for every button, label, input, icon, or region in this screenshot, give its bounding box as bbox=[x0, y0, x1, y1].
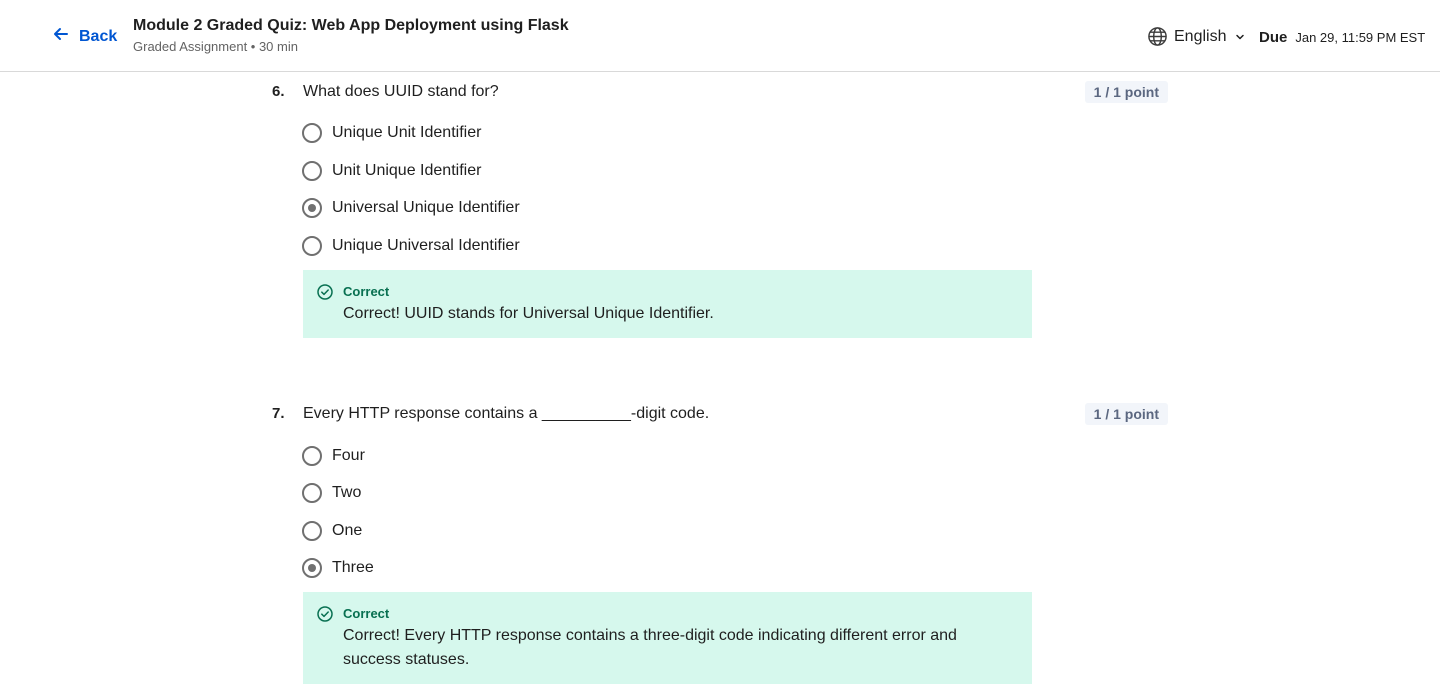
feedback-box: Correct Correct! Every HTTP response con… bbox=[303, 592, 1032, 684]
answer-option-selected[interactable]: Three bbox=[302, 558, 374, 578]
radio-button[interactable] bbox=[302, 521, 322, 541]
question-text: Every HTTP response contains a _________… bbox=[303, 405, 710, 422]
option-label: Universal Unique Identifier bbox=[332, 199, 520, 216]
top-bar: Back Module 2 Graded Quiz: Web App Deplo… bbox=[0, 0, 1440, 72]
radio-button[interactable] bbox=[302, 446, 322, 466]
answer-option[interactable]: Unique Universal Identifier bbox=[302, 236, 520, 256]
radio-button[interactable] bbox=[302, 236, 322, 256]
points-badge: 1 / 1 point bbox=[1084, 403, 1168, 425]
radio-button[interactable] bbox=[302, 483, 322, 503]
feedback-message: Correct! Every HTTP response contains a … bbox=[343, 627, 957, 668]
check-circle-icon bbox=[317, 606, 333, 622]
arrow-left-icon bbox=[52, 25, 70, 48]
feedback-box: Correct Correct! UUID stands for Univers… bbox=[303, 270, 1032, 338]
option-label: Unique Universal Identifier bbox=[332, 237, 520, 254]
feedback-status: Correct bbox=[343, 606, 390, 621]
language-label: English bbox=[1174, 27, 1227, 45]
radio-button-selected[interactable] bbox=[302, 558, 322, 578]
answer-option[interactable]: One bbox=[302, 521, 362, 541]
option-label: Two bbox=[332, 484, 362, 501]
due-value: Jan 29, 11:59 PM EST bbox=[1295, 30, 1426, 45]
option-label: Unique Unit Identifier bbox=[332, 124, 482, 141]
answer-option-selected[interactable]: Universal Unique Identifier bbox=[302, 198, 520, 218]
page-title: Module 2 Graded Quiz: Web App Deployment… bbox=[133, 17, 569, 34]
due-date: Due Jan 29, 11:59 PM EST bbox=[1259, 29, 1425, 46]
question-text: What does UUID stand for? bbox=[303, 83, 499, 100]
points-badge: 1 / 1 point bbox=[1084, 81, 1168, 103]
feedback-status: Correct bbox=[343, 284, 390, 299]
back-label: Back bbox=[79, 27, 118, 45]
globe-icon bbox=[1147, 26, 1168, 47]
chevron-down-icon bbox=[1232, 31, 1246, 43]
page-subtitle: Graded Assignment • 30 min bbox=[133, 39, 298, 54]
option-label: Three bbox=[332, 559, 374, 576]
option-label: Four bbox=[332, 447, 365, 464]
option-label: One bbox=[332, 522, 363, 539]
due-label: Due bbox=[1259, 29, 1288, 46]
back-button[interactable]: Back bbox=[52, 25, 117, 48]
language-selector[interactable]: English bbox=[1147, 26, 1246, 47]
feedback-message: Correct! UUID stands for Universal Uniqu… bbox=[343, 305, 714, 322]
question-number: 6. bbox=[272, 83, 285, 100]
answer-option[interactable]: Two bbox=[302, 483, 361, 503]
question-number: 7. bbox=[272, 405, 285, 422]
answer-option[interactable]: Four bbox=[302, 446, 365, 466]
answer-option[interactable]: Unique Unit Identifier bbox=[302, 123, 481, 143]
radio-button-selected[interactable] bbox=[302, 198, 322, 218]
option-label: Unit Unique Identifier bbox=[332, 162, 482, 179]
answer-option[interactable]: Unit Unique Identifier bbox=[302, 161, 481, 181]
radio-button[interactable] bbox=[302, 123, 322, 143]
check-circle-icon bbox=[317, 284, 333, 300]
radio-button[interactable] bbox=[302, 161, 322, 181]
